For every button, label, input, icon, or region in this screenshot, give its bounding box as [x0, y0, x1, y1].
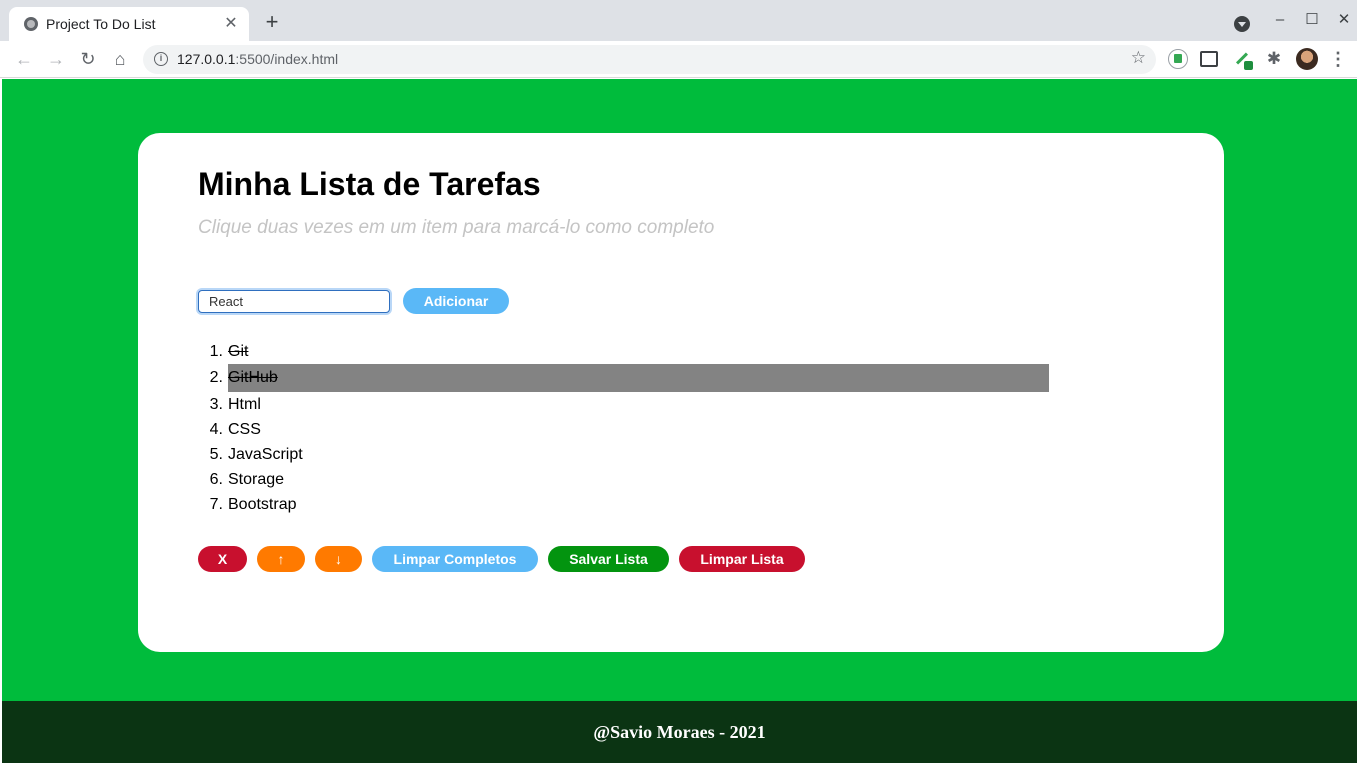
- globe-icon: [24, 17, 38, 31]
- browser-tab[interactable]: Project To Do List ✕: [9, 7, 249, 41]
- task-number: 6.: [209, 471, 223, 488]
- color-picker-extension-icon[interactable]: [1233, 49, 1253, 70]
- task-item[interactable]: 2. GitHub: [198, 364, 1049, 392]
- forward-arrow-icon[interactable]: →: [44, 47, 68, 71]
- tab-close-button[interactable]: ✕: [221, 14, 241, 34]
- sheets-extension-icon[interactable]: [1168, 49, 1188, 69]
- selected-highlight: [228, 364, 1049, 392]
- url-text: 127.0.0.1:5500/index.html: [177, 51, 338, 67]
- window-close-button[interactable]: ✕: [1334, 10, 1354, 30]
- bookmark-star-icon[interactable]: ☆: [1131, 48, 1146, 68]
- extensions-puzzle-icon[interactable]: ✱: [1264, 49, 1284, 69]
- page-title: Minha Lista de Tarefas: [198, 166, 541, 202]
- task-number: 7.: [209, 496, 223, 513]
- browser-tab-bar: Project To Do List ✕ + – ☐ ✕: [0, 0, 1357, 41]
- address-bar[interactable]: i 127.0.0.1:5500/index.html ☆: [143, 45, 1156, 74]
- clear-list-button[interactable]: Limpar Lista: [679, 546, 805, 572]
- task-text: Bootstrap: [228, 496, 297, 513]
- task-input[interactable]: [198, 290, 390, 313]
- remove-selected-button[interactable]: X: [198, 546, 247, 572]
- page-background: Minha Lista de Tarefas Clique duas vezes…: [2, 79, 1357, 701]
- new-tab-button[interactable]: +: [260, 11, 284, 35]
- task-item[interactable]: 5. JavaScript: [198, 442, 1049, 467]
- task-number: 2.: [209, 369, 223, 386]
- task-number: 3.: [209, 396, 223, 413]
- browser-menu-icon[interactable]: ⋮: [1328, 48, 1348, 70]
- browser-toolbar: ← → ↻ ⌂ i 127.0.0.1:5500/index.html ☆ ✱ …: [0, 41, 1357, 78]
- todo-card: Minha Lista de Tarefas Clique duas vezes…: [138, 133, 1224, 652]
- task-text: JavaScript: [228, 446, 303, 463]
- task-list: 1. Git 2. GitHub 3. Html 4. CSS 5. JavaScript 6. St…: [198, 339, 1049, 517]
- window-maximize-button[interactable]: ☐: [1302, 10, 1322, 30]
- url-path: :5500/index.html: [235, 51, 339, 67]
- move-up-button[interactable]: ↑: [257, 546, 305, 572]
- site-info-icon[interactable]: i: [154, 52, 168, 66]
- back-arrow-icon[interactable]: ←: [12, 47, 36, 71]
- task-number: 5.: [209, 446, 223, 463]
- window-minimize-button[interactable]: –: [1270, 10, 1290, 30]
- clear-completed-button[interactable]: Limpar Completos: [372, 546, 538, 572]
- task-text: CSS: [228, 421, 261, 438]
- url-host: 127.0.0.1: [177, 51, 236, 67]
- profile-avatar[interactable]: [1296, 48, 1318, 70]
- tab-search-icon[interactable]: [1234, 16, 1250, 32]
- home-icon[interactable]: ⌂: [108, 47, 132, 71]
- task-number: 1.: [209, 343, 223, 360]
- task-text: Git: [228, 343, 249, 360]
- page-subtitle: Clique duas vezes em um item para marcá-…: [198, 217, 715, 238]
- task-text: GitHub: [228, 369, 278, 386]
- footer: @Savio Moraes - 2021: [2, 701, 1357, 763]
- reload-icon[interactable]: ↻: [76, 47, 100, 71]
- task-item[interactable]: 4. CSS: [198, 417, 1049, 442]
- tab-title: Project To Do List: [46, 16, 156, 32]
- task-item[interactable]: 7. Bootstrap: [198, 492, 1049, 517]
- task-item[interactable]: 3. Html: [198, 392, 1049, 417]
- screen-capture-icon[interactable]: [1200, 51, 1218, 67]
- task-text: Html: [228, 396, 261, 413]
- task-item[interactable]: 1. Git: [198, 339, 1049, 364]
- add-task-button[interactable]: Adicionar: [403, 288, 509, 314]
- save-list-button[interactable]: Salvar Lista: [548, 546, 669, 572]
- task-text: Storage: [228, 471, 285, 488]
- move-down-button[interactable]: ↓: [315, 546, 362, 572]
- task-item[interactable]: 6. Storage: [198, 467, 1049, 492]
- task-number: 4.: [209, 421, 223, 438]
